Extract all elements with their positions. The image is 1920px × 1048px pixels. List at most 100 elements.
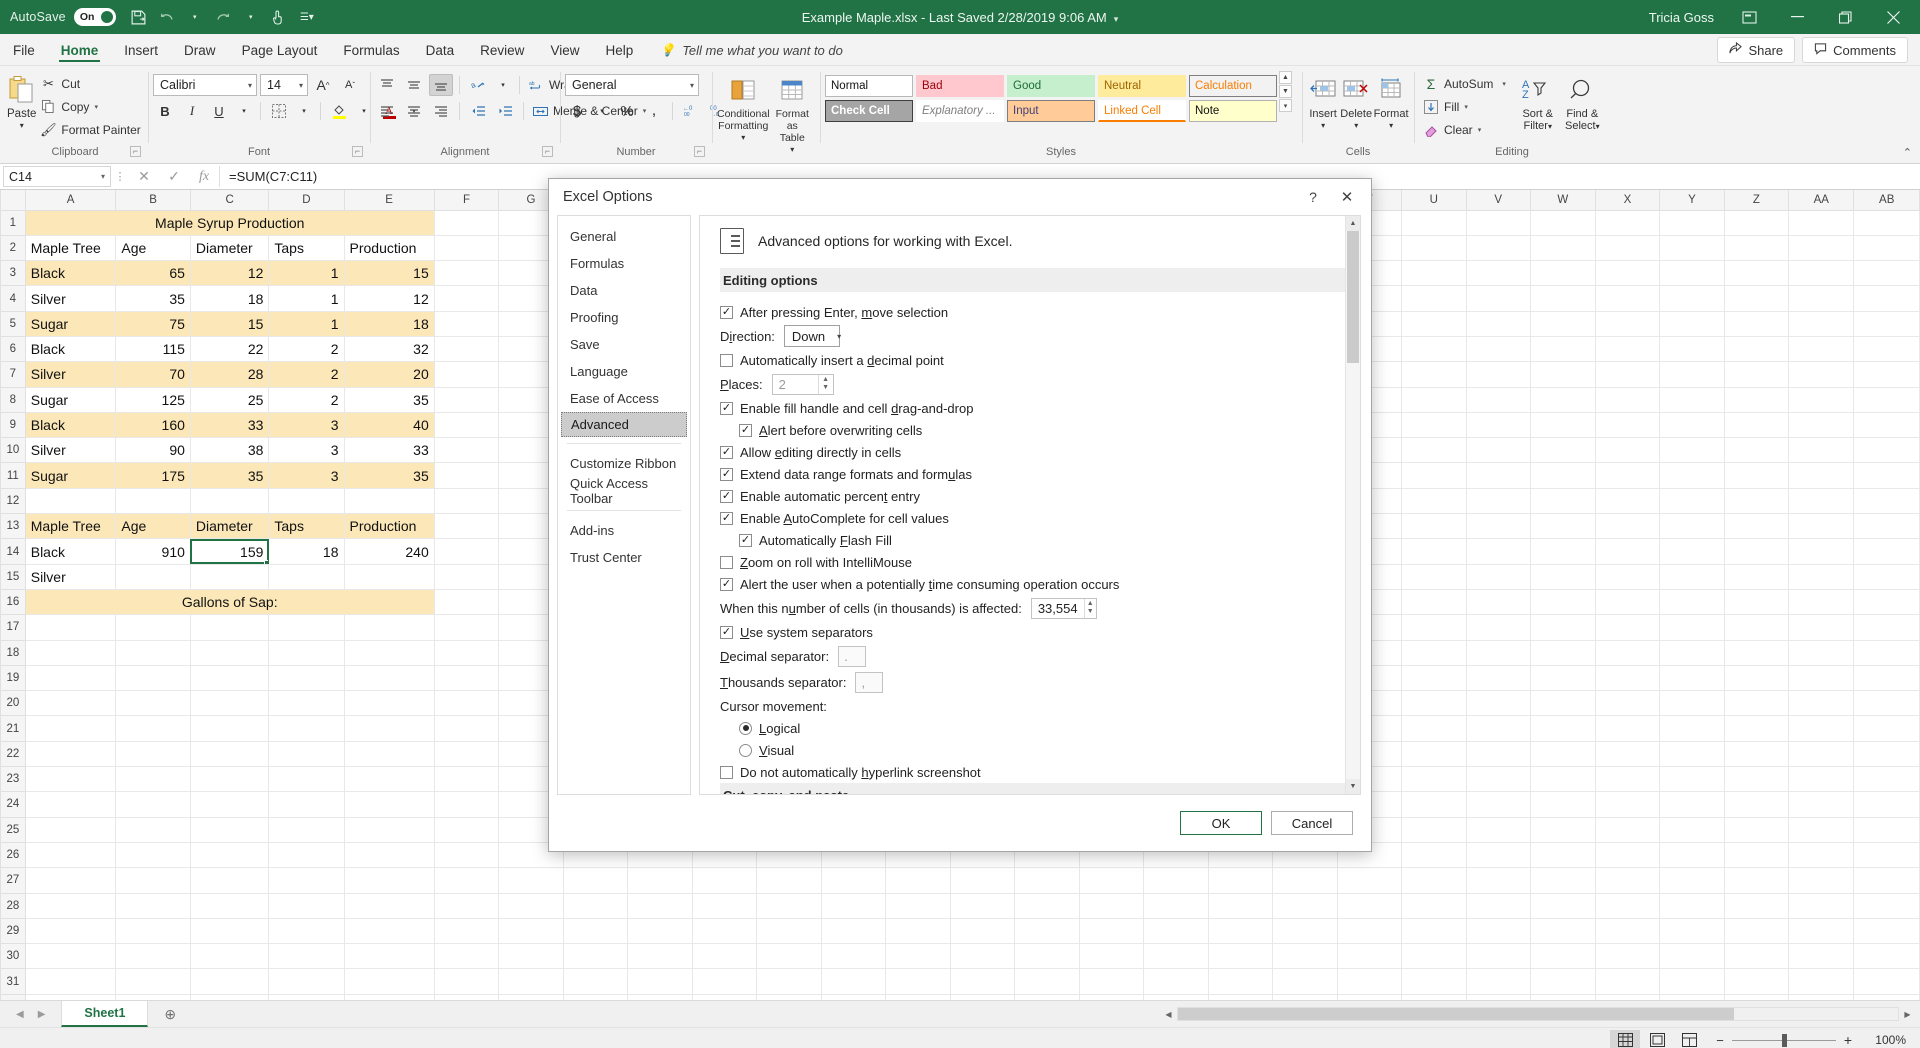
grid-cell-U24[interactable] — [1402, 792, 1466, 817]
cell-style-normal[interactable]: Normal — [825, 75, 913, 97]
grid-cell-V16[interactable] — [1466, 589, 1530, 614]
align-bottom-button[interactable] — [429, 74, 453, 96]
grid-cell-Y23[interactable] — [1660, 767, 1724, 792]
grid-cell-AB11[interactable] — [1854, 463, 1920, 488]
grid-cell-C32[interactable] — [190, 994, 268, 1000]
grid-cell-U25[interactable] — [1402, 817, 1466, 842]
grid-cell-AB4[interactable] — [1854, 286, 1920, 311]
grid-cell-C17[interactable] — [190, 615, 268, 640]
grid-cell-AB17[interactable] — [1854, 615, 1920, 640]
grid-cell-C19[interactable] — [190, 665, 268, 690]
grid-cell-AA32[interactable] — [1789, 994, 1854, 1000]
autosum-dropdown-icon[interactable]: ▾ — [1502, 80, 1506, 88]
grid-cell-Z18[interactable] — [1724, 640, 1788, 665]
align-top-button[interactable] — [375, 74, 399, 96]
grid-cell-M30[interactable] — [885, 944, 950, 969]
grid-cell-W13[interactable] — [1530, 514, 1595, 539]
grid-cell-V21[interactable] — [1466, 716, 1530, 741]
grid-cell-V12[interactable] — [1466, 488, 1530, 513]
grid-cell-F4[interactable] — [434, 286, 498, 311]
checkbox-alert-before-overwriting-cells[interactable]: ✓Alert before overwriting cells — [720, 419, 1333, 441]
grid-cell-C14[interactable]: 159 — [190, 539, 268, 564]
options-scroll-track[interactable] — [1346, 231, 1360, 779]
align-left-button[interactable] — [375, 100, 399, 122]
row-header-7[interactable]: 7 — [1, 362, 26, 387]
grid-cell-C13[interactable]: Diameter — [190, 514, 268, 539]
grid-cell-Q32[interactable] — [1144, 994, 1209, 1000]
grid-cell-E2[interactable]: Production — [344, 235, 434, 260]
checkbox-zoom-on-roll-with-intellimouse[interactable]: Zoom on roll with IntelliMouse — [720, 551, 1333, 573]
grid-cell-D12[interactable] — [269, 488, 344, 513]
nav-item-general[interactable]: General — [558, 223, 690, 250]
grid-cell-AA17[interactable] — [1789, 615, 1854, 640]
grid-cell-W22[interactable] — [1530, 741, 1595, 766]
grid-cell-E23[interactable] — [344, 767, 434, 792]
grid-cell-Y5[interactable] — [1660, 311, 1724, 336]
grid-cell-Z29[interactable] — [1724, 918, 1788, 943]
nav-item-proofing[interactable]: Proofing — [558, 304, 690, 331]
grid-cell-K29[interactable] — [757, 918, 821, 943]
grid-cell-B25[interactable] — [116, 817, 191, 842]
grid-cell-V2[interactable] — [1466, 235, 1530, 260]
spinner-arrows[interactable]: ▲▼ — [1084, 599, 1096, 618]
grid-cell-B11[interactable]: 175 — [116, 463, 191, 488]
grid-cell-E3[interactable]: 15 — [344, 261, 434, 286]
grid-cell-U28[interactable] — [1402, 893, 1466, 918]
grid-cell-A3[interactable]: Black — [25, 261, 116, 286]
grid-cell-Y7[interactable] — [1660, 362, 1724, 387]
checkbox-use-system-separators[interactable]: ✓Use system separators — [720, 621, 1333, 643]
grid-cell-D26[interactable] — [269, 842, 344, 867]
grid-cell-T32[interactable] — [1337, 994, 1401, 1000]
grid-cell-W7[interactable] — [1530, 362, 1595, 387]
grid-cell-Z21[interactable] — [1724, 716, 1788, 741]
grid-cell-W30[interactable] — [1530, 944, 1595, 969]
sheet-tab-sheet1[interactable]: Sheet1 — [61, 1001, 148, 1027]
grid-cell-U4[interactable] — [1402, 286, 1466, 311]
grid-cell-U20[interactable] — [1402, 691, 1466, 716]
grid-cell-Z30[interactable] — [1724, 944, 1788, 969]
undo-icon[interactable] — [154, 4, 180, 30]
grid-cell-W25[interactable] — [1530, 817, 1595, 842]
grid-cell-U30[interactable] — [1402, 944, 1466, 969]
ok-button[interactable]: OK — [1180, 811, 1262, 835]
grid-cell-V4[interactable] — [1466, 286, 1530, 311]
clear-button[interactable]: Clear ▾ — [1419, 119, 1510, 140]
grid-cell-U23[interactable] — [1402, 767, 1466, 792]
grid-cell-AA30[interactable] — [1789, 944, 1854, 969]
grid-cell-AA22[interactable] — [1789, 741, 1854, 766]
grid-cell-E28[interactable] — [344, 893, 434, 918]
grid-cell-AA2[interactable] — [1789, 235, 1854, 260]
grid-cell-P32[interactable] — [1079, 994, 1143, 1000]
grid-cell-U31[interactable] — [1402, 969, 1466, 994]
grid-cell-C3[interactable]: 12 — [190, 261, 268, 286]
grid-cell-X9[interactable] — [1595, 412, 1659, 437]
grid-cell-AA1[interactable] — [1789, 210, 1854, 235]
grid-cell-AB32[interactable] — [1854, 994, 1920, 1000]
grid-cell-Y12[interactable] — [1660, 488, 1724, 513]
grid-cell-V19[interactable] — [1466, 665, 1530, 690]
textbox-decimal-separator[interactable]: . — [838, 646, 866, 667]
insert-cells-button[interactable]: Insert▾ — [1307, 71, 1339, 132]
grid-cell-O29[interactable] — [1015, 918, 1080, 943]
row-header-27[interactable]: 27 — [1, 868, 26, 893]
grid-cell-P30[interactable] — [1079, 944, 1143, 969]
checkbox-extend-data-range-formats-and-formulas[interactable]: ✓Extend data range formats and formulas — [720, 463, 1333, 485]
grid-cell-AA3[interactable] — [1789, 261, 1854, 286]
grid-cell-K30[interactable] — [757, 944, 821, 969]
grid-cell-AB15[interactable] — [1854, 564, 1920, 589]
grid-cell-E5[interactable]: 18 — [344, 311, 434, 336]
grid-cell-F16[interactable] — [434, 589, 498, 614]
grid-cell-Y16[interactable] — [1660, 589, 1724, 614]
grid-cell-C22[interactable] — [190, 741, 268, 766]
grid-cell-T27[interactable] — [1337, 868, 1401, 893]
grid-cell-C28[interactable] — [190, 893, 268, 918]
grid-cell-B17[interactable] — [116, 615, 191, 640]
grid-cell-A6[interactable]: Black — [25, 336, 116, 361]
grid-cell-J32[interactable] — [692, 994, 756, 1000]
cell-style-check-cell[interactable]: Check Cell — [825, 100, 913, 122]
scroll-down-icon[interactable]: ▼ — [1346, 779, 1360, 794]
delete-cells-button[interactable]: Delete▾ — [1339, 71, 1373, 132]
grid-cell-U16[interactable] — [1402, 589, 1466, 614]
grid-cell-N30[interactable] — [950, 944, 1014, 969]
shrink-font-button[interactable]: Aˇ — [338, 74, 362, 96]
